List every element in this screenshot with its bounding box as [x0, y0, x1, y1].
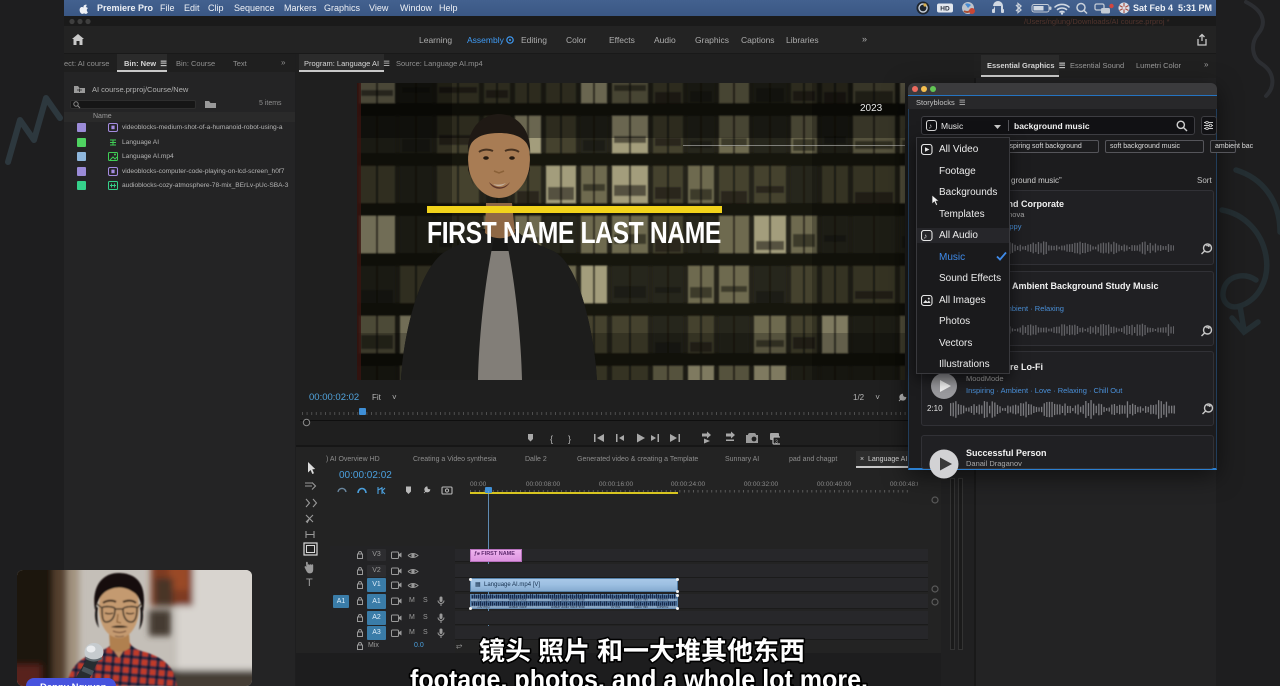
svg-text:00:00:32:00: 00:00:32:00: [744, 481, 779, 488]
svg-text:v2·mix: v2·mix: [611, 605, 621, 609]
svg-text:}: }: [568, 434, 571, 444]
svg-text:ElevenL: ElevenL: [657, 598, 669, 602]
svg-text:HD: HD: [940, 6, 950, 13]
svg-text:ElevenL: ElevenL: [657, 605, 669, 609]
svg-text:FIRST NAME LAST NAME: FIRST NAME LAST NAME: [427, 215, 721, 250]
svg-text:00:00:16:00: 00:00:16:00: [599, 481, 634, 488]
svg-text:audio·mix: audio·mix: [634, 598, 648, 602]
svg-text:00:00:24:00: 00:00:24:00: [671, 481, 706, 488]
svg-text:Avatar·voice: Avatar·voice: [509, 605, 527, 609]
svg-text:♪: ♪: [929, 122, 933, 131]
svg-text:T: T: [306, 577, 313, 589]
svg-text:v2·mix: v2·mix: [611, 598, 621, 602]
svg-text:Avatar·audio·voice·final: Avatar·audio·voice·final: [551, 605, 585, 609]
svg-text:♪: ♪: [924, 232, 928, 241]
svg-text:00:00:48:00: 00:00:48:00: [890, 481, 918, 488]
svg-text:Avatar·voice: Avatar·voice: [509, 598, 527, 602]
svg-text:{: {: [550, 434, 553, 444]
svg-text:♫AI·mp3: ♫AI·mp3: [477, 598, 490, 602]
svg-text:footage, photos, and a whole l: footage, photos, and a whole lot more.: [410, 665, 868, 686]
svg-text:2023: 2023: [860, 103, 883, 114]
svg-text:00:00:40:00: 00:00:40:00: [817, 481, 852, 488]
svg-text:audio·mix: audio·mix: [634, 605, 648, 609]
svg-text:Avatar·audio·voice·final: Avatar·audio·voice·final: [551, 598, 585, 602]
svg-text:00:00:08:00: 00:00:08:00: [526, 481, 561, 488]
svg-text:♫AI·mp3: ♫AI·mp3: [477, 605, 490, 609]
